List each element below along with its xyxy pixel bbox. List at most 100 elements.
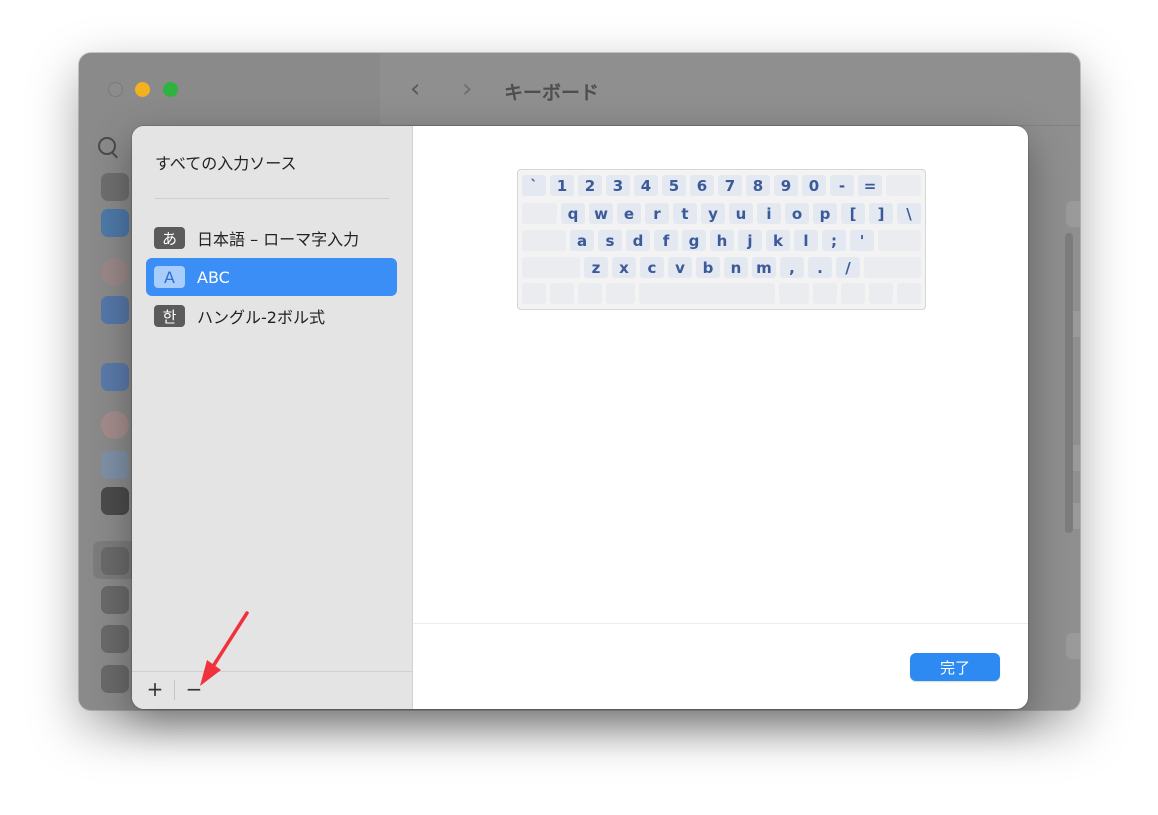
keyboard-key: t <box>673 203 697 224</box>
keyboard-key: d <box>626 230 650 251</box>
keyboard-key: b <box>696 257 720 278</box>
divider <box>413 623 1028 624</box>
input-source-label: ハングル-2ボル式 <box>197 308 325 327</box>
keyboard-key: n <box>724 257 748 278</box>
keyboard-key: x <box>612 257 636 278</box>
keyboard-key: ] <box>869 203 893 224</box>
icloud-icon[interactable] <box>101 451 129 479</box>
printer-icon[interactable] <box>101 665 129 693</box>
keyboard-key: - <box>830 175 854 196</box>
keyboard-key: j <box>738 230 762 251</box>
input-source-item-hangul[interactable]: 한 ハングル-2ボル式 <box>146 297 397 335</box>
background-control <box>1066 201 1080 227</box>
keyboard-key: p <box>813 203 837 224</box>
close-window-button[interactable] <box>108 82 123 97</box>
keyboard-key: w <box>589 203 613 224</box>
search-icon[interactable] <box>98 137 116 155</box>
keyboard-key: 8 <box>746 175 770 196</box>
background-scrollbar <box>1065 233 1073 533</box>
keyboard-key: m <box>752 257 776 278</box>
users-icon[interactable] <box>101 296 129 324</box>
window-title: キーボード <box>504 82 600 104</box>
keyboard-key: q <box>561 203 585 224</box>
keyboard-blank-key <box>779 283 809 304</box>
wallet-icon[interactable] <box>101 487 129 515</box>
keyboard-blank-key <box>878 230 921 251</box>
keyboard-key: ` <box>522 175 546 196</box>
keyboard-layout-preview: ` 1 2 3 4 5 6 7 8 9 0- = q w e r t y u i o p[] \ a s d f g h j k l; ' z x c… <box>517 169 926 310</box>
keyboard-key: s <box>598 230 622 251</box>
keyboard-key: 1 <box>550 175 574 196</box>
done-button[interactable]: 完了 <box>910 653 1000 681</box>
keyboard-icon <box>101 547 129 575</box>
trackpad-icon[interactable] <box>101 625 129 653</box>
keyboard-key: . <box>808 257 832 278</box>
input-source-item-abc[interactable]: A ABC <box>146 258 397 296</box>
keyboard-blank-key <box>864 257 921 278</box>
divider <box>155 198 389 199</box>
input-source-label: 日本語 – ローマ字入力 <box>197 230 360 249</box>
keyboard-key: z <box>584 257 608 278</box>
keyboard-blank-key <box>578 283 602 304</box>
zoom-window-button[interactable] <box>163 82 178 97</box>
keyboard-key: , <box>780 257 804 278</box>
divider <box>174 680 175 700</box>
keyboard-key: h <box>710 230 734 251</box>
keyboard-key: c <box>640 257 664 278</box>
keyboard-blank-key <box>869 283 893 304</box>
keyboard-key: 5 <box>662 175 686 196</box>
keyboard-key: e <box>617 203 641 224</box>
keyboard-blank-key <box>522 283 546 304</box>
input-source-label: ABC <box>197 267 230 287</box>
keyboard-key: 7 <box>718 175 742 196</box>
back-arrow-icon[interactable]: ‹ <box>410 75 420 103</box>
keyboard-key: l <box>794 230 818 251</box>
ellipsis-icon[interactable] <box>101 173 129 201</box>
list-footer-toolbar: + − <box>132 671 412 709</box>
keyboard-key: [ <box>841 203 865 224</box>
keyboard-blank-key <box>522 257 580 278</box>
fingerprint-icon[interactable] <box>101 258 129 286</box>
keyboard-blank-key <box>639 283 775 304</box>
keyboard-blank-key <box>550 283 574 304</box>
keyboard-key: 0 <box>802 175 826 196</box>
keyboard-key: k <box>766 230 790 251</box>
input-source-item-japanese[interactable]: あ 日本語 – ローマ字入力 <box>146 219 397 257</box>
keyboard-blank-key <box>813 283 837 304</box>
all-input-sources-heading: すべての入力ソース <box>155 154 297 173</box>
add-input-source-sheet: すべての入力ソース あ 日本語 – ローマ字入力 A ABC 한 ハングル-2ボ… <box>132 126 1028 709</box>
keyboard-key: / <box>836 257 860 278</box>
keyboard-blank-key <box>897 283 921 304</box>
background-control <box>1066 633 1080 659</box>
mouse-icon[interactable] <box>101 586 129 614</box>
hand-icon[interactable] <box>101 209 129 237</box>
keyboard-key: \ <box>897 203 921 224</box>
keyboard-key: ; <box>822 230 846 251</box>
keyboard-key: 6 <box>690 175 714 196</box>
keyboard-key: a <box>570 230 594 251</box>
add-input-source-button[interactable]: + <box>139 674 171 704</box>
keyboard-key: 2 <box>578 175 602 196</box>
keyboard-blank-key <box>841 283 865 304</box>
input-source-list-panel: すべての入力ソース あ 日本語 – ローマ字入力 A ABC 한 ハングル-2ボ… <box>132 126 413 709</box>
keyboard-key: o <box>785 203 809 224</box>
keyboard-blank-key <box>522 203 557 224</box>
keyboard-key: r <box>645 203 669 224</box>
keyboard-key: 3 <box>606 175 630 196</box>
remove-input-source-button[interactable]: − <box>178 674 210 704</box>
keyboard-key: g <box>682 230 706 251</box>
keyboard-blank-key <box>886 175 921 196</box>
japanese-input-icon: あ <box>154 227 185 249</box>
keyboard-key: ' <box>850 230 874 251</box>
keyboard-key: u <box>729 203 753 224</box>
game-center-icon[interactable] <box>101 411 129 439</box>
keyboard-key: i <box>757 203 781 224</box>
at-sign-icon[interactable] <box>101 363 129 391</box>
keyboard-key: y <box>701 203 725 224</box>
keyboard-key: = <box>858 175 882 196</box>
keyboard-key: 9 <box>774 175 798 196</box>
abc-input-icon: A <box>154 266 185 288</box>
keyboard-key: 4 <box>634 175 658 196</box>
forward-arrow-icon[interactable]: › <box>462 75 472 103</box>
minimize-window-button[interactable] <box>135 82 150 97</box>
